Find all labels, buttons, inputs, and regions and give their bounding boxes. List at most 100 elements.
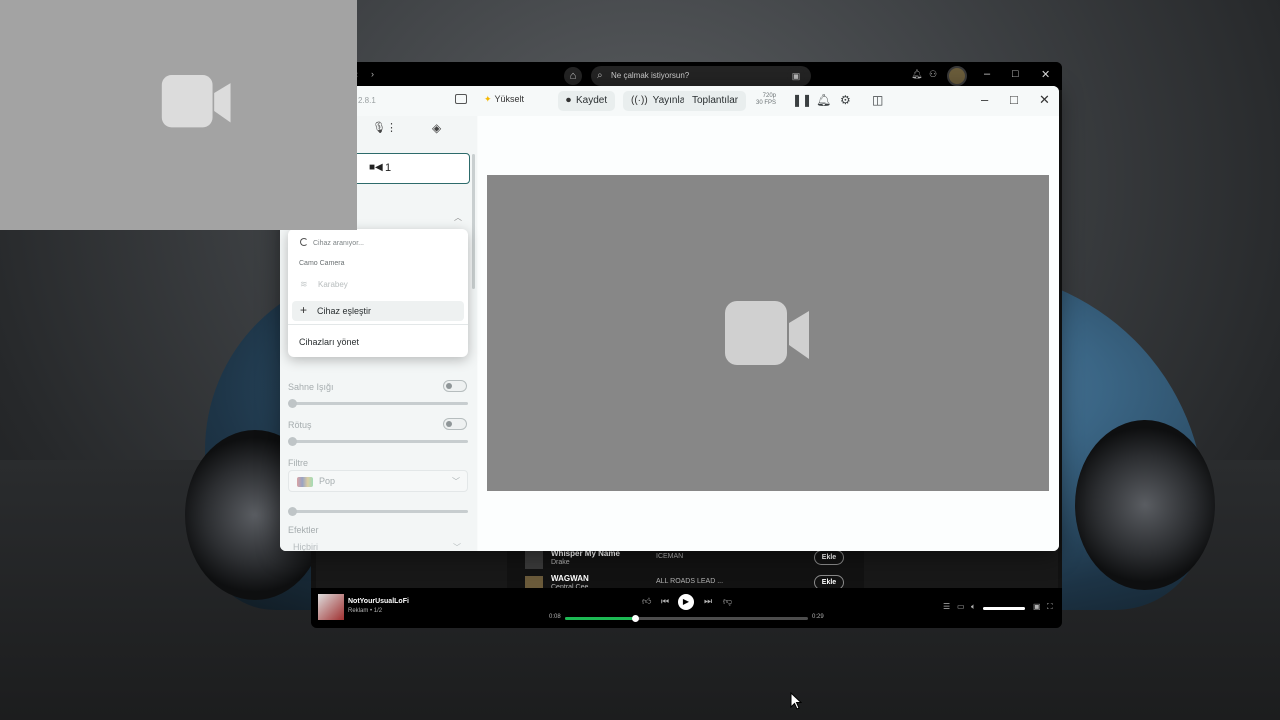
minimize-icon[interactable]: – xyxy=(984,68,990,80)
preview-area xyxy=(478,116,1059,551)
volume-slider[interactable] xyxy=(983,607,1025,610)
track-album[interactable]: ICEMAN xyxy=(656,553,683,560)
avatar[interactable] xyxy=(947,66,967,86)
microphone-icon[interactable]: 🎙︎⋮ xyxy=(372,121,397,134)
minimize-icon[interactable]: – xyxy=(981,93,988,106)
progress-handle[interactable] xyxy=(632,615,640,622)
record-icon: ⏺ xyxy=(566,95,571,106)
chevron-down-icon: ﹀ xyxy=(452,477,460,486)
broadcast-icon: ((·)) xyxy=(631,95,648,106)
manage-devices-item[interactable]: Cihazları yönet xyxy=(299,337,359,347)
sidebar-toggle-icon[interactable] xyxy=(455,94,467,104)
layout-icon[interactable]: ❚❚ xyxy=(792,94,812,106)
pair-device-button[interactable]: + Cihaz eşleştir xyxy=(292,301,464,321)
previous-icon[interactable]: ⏮ xyxy=(661,596,669,607)
volume-fill xyxy=(983,607,1025,610)
now-playing-subtitle: Reklam • 1/2 xyxy=(348,608,383,614)
gear-icon[interactable]: ⚙ xyxy=(840,94,851,106)
maximize-icon[interactable]: □ xyxy=(1010,93,1018,106)
player-bar: NotYourUsualLoFi Reklam • 1/2 👍︎ ⏮ ▶ ⏭ 👎… xyxy=(311,588,1062,628)
stage-light-toggle[interactable] xyxy=(443,380,467,392)
filter-value: Pop xyxy=(319,476,336,486)
resolution-indicator[interactable]: 720p 30 FPS xyxy=(750,93,776,107)
wifi-icon: ≋ xyxy=(300,279,308,289)
record-button[interactable]: ⏺ Kaydet xyxy=(558,91,616,111)
queue-icon[interactable]: ☰ xyxy=(943,602,950,611)
floating-camera-overlay[interactable] xyxy=(0,0,357,230)
track-title[interactable]: WAGWAN xyxy=(551,574,589,583)
filter-slider[interactable] xyxy=(288,507,468,516)
filter-select[interactable]: Pop ﹀ xyxy=(288,470,468,492)
camera-icon: ■◀ xyxy=(369,162,383,173)
sparkle-icon: ✦ xyxy=(484,94,492,104)
browse-button[interactable]: ▣ xyxy=(787,67,805,85)
slider-handle[interactable] xyxy=(288,399,297,408)
mini-player-icon[interactable]: ▣ xyxy=(1033,602,1041,611)
track-thumbnail xyxy=(525,551,543,569)
chevron-up-icon[interactable]: ︿ xyxy=(454,212,462,223)
now-playing-cover[interactable] xyxy=(318,594,344,620)
thumbs-down-icon[interactable]: 👎︎ xyxy=(723,596,732,607)
retouch-label: Rötuş xyxy=(288,420,312,430)
video-camera-icon xyxy=(161,75,231,128)
play-icon: ▶ xyxy=(682,597,690,606)
close-icon[interactable]: ✕ xyxy=(1041,68,1050,81)
retouch-slider[interactable] xyxy=(288,437,468,446)
stage-light-slider[interactable] xyxy=(288,399,468,408)
filter-label: Filtre xyxy=(288,458,308,468)
app-version: 2.8.1 xyxy=(358,96,376,105)
track-row[interactable]: Whisper My Name Drake ICEMAN Ekle xyxy=(511,549,856,571)
menu-divider xyxy=(288,324,468,325)
forward-arrow-icon[interactable]: › xyxy=(371,69,374,79)
filter-swatch xyxy=(297,477,313,487)
searching-status: Cihaz aranıyor... xyxy=(313,240,364,247)
effects-value: Hiçbiri xyxy=(293,542,319,551)
menu-section-header: Camo Camera xyxy=(299,260,345,267)
stream-label: Yayınla xyxy=(652,95,686,106)
search-placeholder: Ne çalmak istiyorsun? xyxy=(611,71,690,80)
effects-label: Efektler xyxy=(288,525,319,535)
resolution-text: 720p xyxy=(762,93,776,99)
effects-select[interactable]: Hiçbiri ﹀ xyxy=(288,542,468,551)
track-artist[interactable]: Drake xyxy=(551,559,570,566)
maximize-icon[interactable]: □ xyxy=(1012,68,1019,80)
record-label: Kaydet xyxy=(576,95,608,106)
friends-icon[interactable]: ⚇ xyxy=(929,69,937,80)
progress-fill xyxy=(565,617,636,620)
add-button[interactable]: Ekle xyxy=(814,550,844,565)
thumbs-up-icon[interactable]: 👍︎ xyxy=(642,596,651,607)
close-icon[interactable]: ✕ xyxy=(1039,93,1050,106)
camera-preview[interactable] xyxy=(487,175,1049,491)
loading-spinner-icon xyxy=(300,238,308,246)
home-button[interactable]: ⌂ xyxy=(564,67,582,85)
upgrade-button[interactable]: ✦ Yükselt xyxy=(484,94,524,105)
progress-bar[interactable] xyxy=(565,615,808,622)
device-item[interactable]: Karabey xyxy=(318,280,348,289)
retouch-toggle[interactable] xyxy=(443,418,467,430)
stream-button[interactable]: ((·)) Yayınla xyxy=(623,91,694,111)
wallpaper-wheel-rear xyxy=(1075,420,1215,590)
home-icon: ⌂ xyxy=(569,70,577,82)
camo-titlebar: 2.8.1 ✦ Yükselt ⏺ Kaydet ((·)) Yayınla Topl… xyxy=(280,86,1059,116)
panel-toggle-icon[interactable]: ◫ xyxy=(872,94,883,106)
time-total: 0:29 xyxy=(812,614,824,620)
slider-handle[interactable] xyxy=(288,507,297,516)
notification-bell-icon[interactable]: 🔔︎ xyxy=(816,94,831,106)
spotify-search-input[interactable]: ⌕ Ne çalmak istiyorsun? xyxy=(591,66,811,86)
meetings-button[interactable]: Toplantılar xyxy=(684,91,747,111)
video-camera-icon xyxy=(725,301,809,365)
video-source-card[interactable]: ■◀ 1 xyxy=(340,153,470,184)
fullscreen-icon[interactable]: ⛶ xyxy=(1047,602,1053,612)
layers-icon[interactable]: ◈ xyxy=(432,121,441,135)
device-icon[interactable]: ▭ xyxy=(957,602,965,611)
time-current: 0:08 xyxy=(549,614,561,620)
track-album[interactable]: ALL ROADS LEAD ... xyxy=(656,578,723,585)
play-button[interactable]: ▶ xyxy=(678,594,694,610)
slider-handle[interactable] xyxy=(288,437,297,446)
now-playing-title[interactable]: NotYourUsualLoFi xyxy=(348,598,409,605)
fps-text: 30 FPS xyxy=(755,100,776,106)
next-icon[interactable]: ⏭ xyxy=(704,596,712,607)
notification-bell-icon[interactable]: 🔔︎ xyxy=(911,69,922,80)
sidebar-scrollbar[interactable] xyxy=(472,154,475,289)
volume-icon[interactable]: 🔈︎ xyxy=(971,602,976,612)
